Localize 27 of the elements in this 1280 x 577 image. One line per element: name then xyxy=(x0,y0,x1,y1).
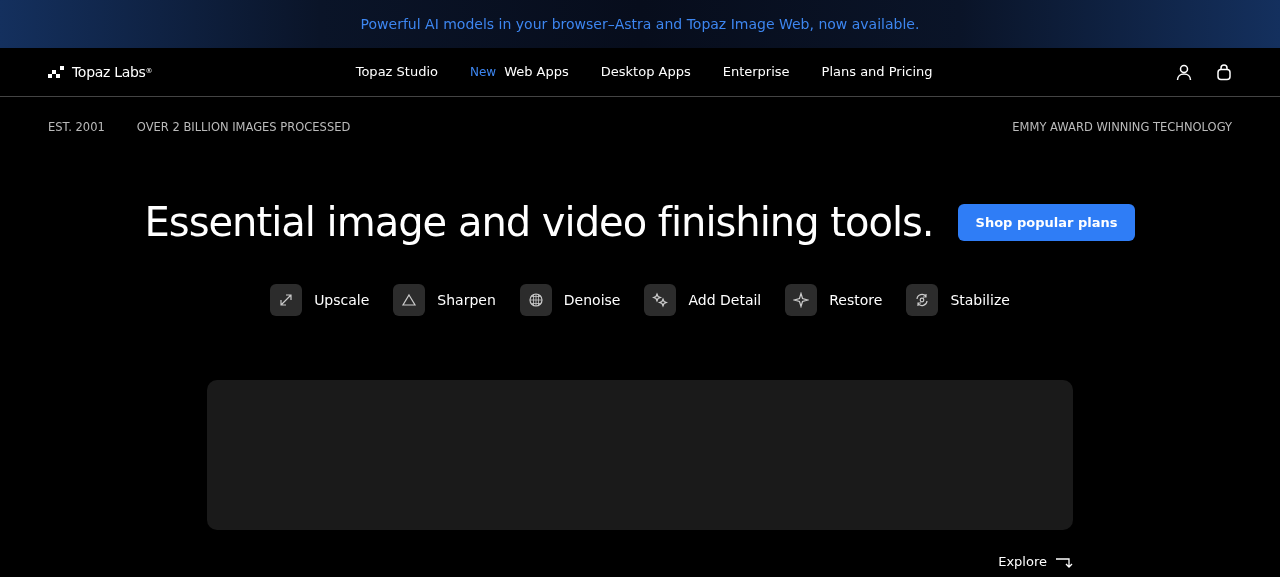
new-label: New xyxy=(469,64,497,81)
arrow-icon xyxy=(1055,555,1073,569)
sparkles-icon[interactable] xyxy=(644,284,677,317)
expand-arrows-icon[interactable] xyxy=(270,284,303,317)
account-icon[interactable] xyxy=(1176,63,1192,81)
feature-label[interactable]: Add Detail xyxy=(688,289,762,311)
shop-plans-button[interactable]: Shop popular plans xyxy=(957,203,1136,241)
cycle-icon[interactable] xyxy=(906,284,939,317)
hero-heading: Essential image and video finishing tools. xyxy=(144,198,934,247)
feature-label[interactable]: Stabilize xyxy=(950,289,1010,311)
nav-link[interactable]: Desktop Apps xyxy=(600,62,691,82)
feature-label[interactable]: Restore xyxy=(829,289,883,311)
nav-link[interactable]: Plans and Pricing xyxy=(821,62,933,82)
feature-label[interactable]: Sharpen xyxy=(437,289,496,311)
explore-link[interactable]: Explore xyxy=(998,552,1073,572)
nav-link[interactable]: Enterprise xyxy=(722,62,790,82)
stat-text: EST. 2001 xyxy=(48,119,105,136)
feature-label[interactable]: Upscale xyxy=(314,289,370,311)
feature-label[interactable]: Denoise xyxy=(563,289,621,311)
award-text: EMMY AWARD WINNING TECHNOLOGY xyxy=(1012,119,1232,136)
brand-logo[interactable]: Topaz Labs$^{®}$ xyxy=(48,61,153,83)
nav-link[interactable]: Topaz Studio xyxy=(355,62,438,82)
sparkle-icon[interactable] xyxy=(785,284,818,317)
globe-icon[interactable] xyxy=(519,284,552,317)
logo-icon xyxy=(48,66,64,78)
nav-link[interactable]: Web Apps xyxy=(504,62,569,82)
stat-text: OVER 2 BILLION IMAGES PROCESSED xyxy=(136,119,351,136)
